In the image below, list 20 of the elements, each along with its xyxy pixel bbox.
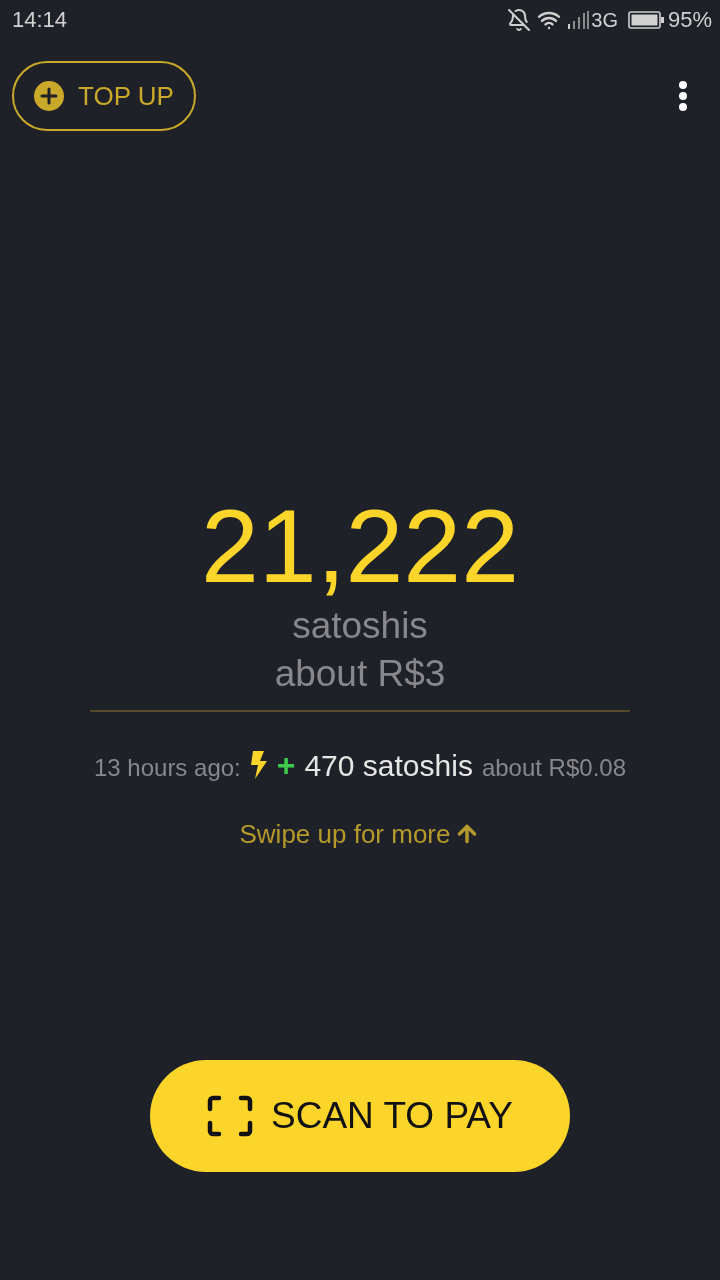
battery-percent: 95% [667,9,712,31]
transaction-amount: 470 satoshis [304,751,473,781]
swipe-hint: Swipe up for more [239,821,451,847]
transaction-sign: + [276,749,296,781]
transaction-fiat: about R$0.08 [481,756,626,780]
transaction-time: 13 hours ago: [93,756,241,780]
lightning-icon [249,751,268,779]
scan-to-pay-button[interactable]: SCAN TO PAY [150,1060,570,1172]
top-up-button[interactable]: TOP UP [12,61,196,131]
battery-icon [627,11,664,29]
bell-off-icon [507,8,532,32]
balance-fiat: about R$3 [274,655,446,692]
plus-circle-icon [34,81,64,111]
balance-amount: 21,222 [200,494,520,598]
signal-icon [567,11,590,29]
more-menu-icon[interactable] [678,80,688,112]
scan-icon [207,1095,253,1137]
balance-unit: satoshis [292,607,428,644]
status-time: 14:14 [12,9,68,31]
network-type: 3G [591,10,618,30]
